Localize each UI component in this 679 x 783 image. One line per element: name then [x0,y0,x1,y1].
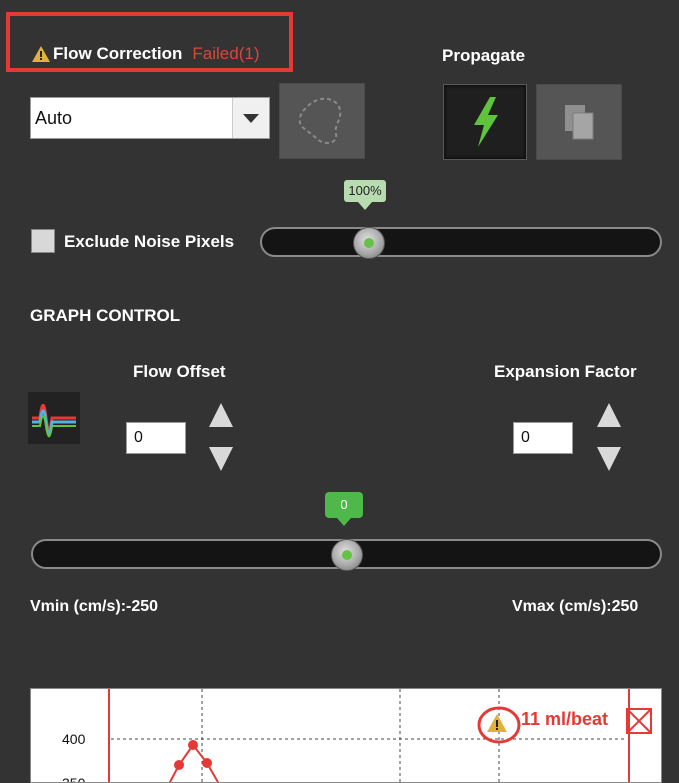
roi-contour-icon [298,97,342,144]
mode-select[interactable]: Auto [30,97,270,139]
propagate-label: Propagate [442,46,526,65]
noise-slider-track[interactable] [260,227,662,257]
warning-triangle-icon [32,46,50,62]
status-badge: Failed(1) [192,44,260,63]
noise-slider-value: 100% [348,183,382,198]
chart-canvas [108,689,652,782]
mode-select-value: Auto [35,108,73,128]
velocity-slider-thumb[interactable] [331,539,363,571]
expansion-factor-decrement-icon[interactable] [597,447,621,471]
velocity-slider-value: 0 [340,497,348,512]
thumb-indicator [342,550,352,560]
curve-point[interactable] [202,758,212,768]
chevron-down-icon [243,114,259,123]
noise-slider-tooltip: 100% [344,180,386,210]
flow-correction-panel: Flow Correction Failed(1) Propagate Auto… [0,0,679,783]
lightning-icon [474,97,498,147]
flow-offset-input[interactable]: 0 [126,422,186,454]
tooltip-pointer [358,202,372,210]
exclude-noise-label: Exclude Noise Pixels [64,232,235,251]
stroke-volume-warning: 11 ml/beat [521,709,609,729]
expansion-factor-label: Expansion Factor [494,362,637,381]
vmin-label: Vmin (cm/s):-250 [30,598,159,615]
y-tick-label: 400 [62,731,86,747]
tooltip-pointer [337,518,351,526]
graph-toggle-button[interactable] [28,392,80,444]
curve-point[interactable] [174,760,184,770]
propagate-all-button[interactable] [443,84,527,160]
close-box-icon[interactable] [626,708,652,734]
graph-control-heading: GRAPH CONTROL [30,306,181,325]
roi-button[interactable] [279,83,365,159]
curve-point[interactable] [188,740,198,750]
flow-curve-icon [32,403,76,438]
y-tick-label: 350 [62,775,86,783]
velocity-slider-tooltip: 0 [325,492,363,526]
flow-offset-increment-icon[interactable] [209,403,233,427]
flow-curve-chart: 11 ml/beat 400 350 [30,688,662,783]
vmax-label: Vmax (cm/s):250 [512,598,639,615]
flow-offset-decrement-icon[interactable] [209,447,233,471]
expansion-factor-increment-icon[interactable] [597,403,621,427]
copy-button[interactable] [536,84,622,160]
noise-slider-thumb[interactable] [353,227,385,259]
thumb-indicator [364,238,374,248]
expansion-factor-value: 0 [521,429,530,446]
flow-offset-label: Flow Offset [133,362,226,381]
flow-correction-header: Flow Correction Failed(1) [32,44,260,64]
expansion-factor-input[interactable]: 0 [513,422,573,454]
flow-correction-title: Flow Correction [53,44,183,63]
copy-pages-icon [565,105,594,140]
flow-offset-value: 0 [134,429,143,446]
exclude-noise-checkbox[interactable] [31,229,55,253]
mode-select-toggle[interactable] [232,98,269,138]
